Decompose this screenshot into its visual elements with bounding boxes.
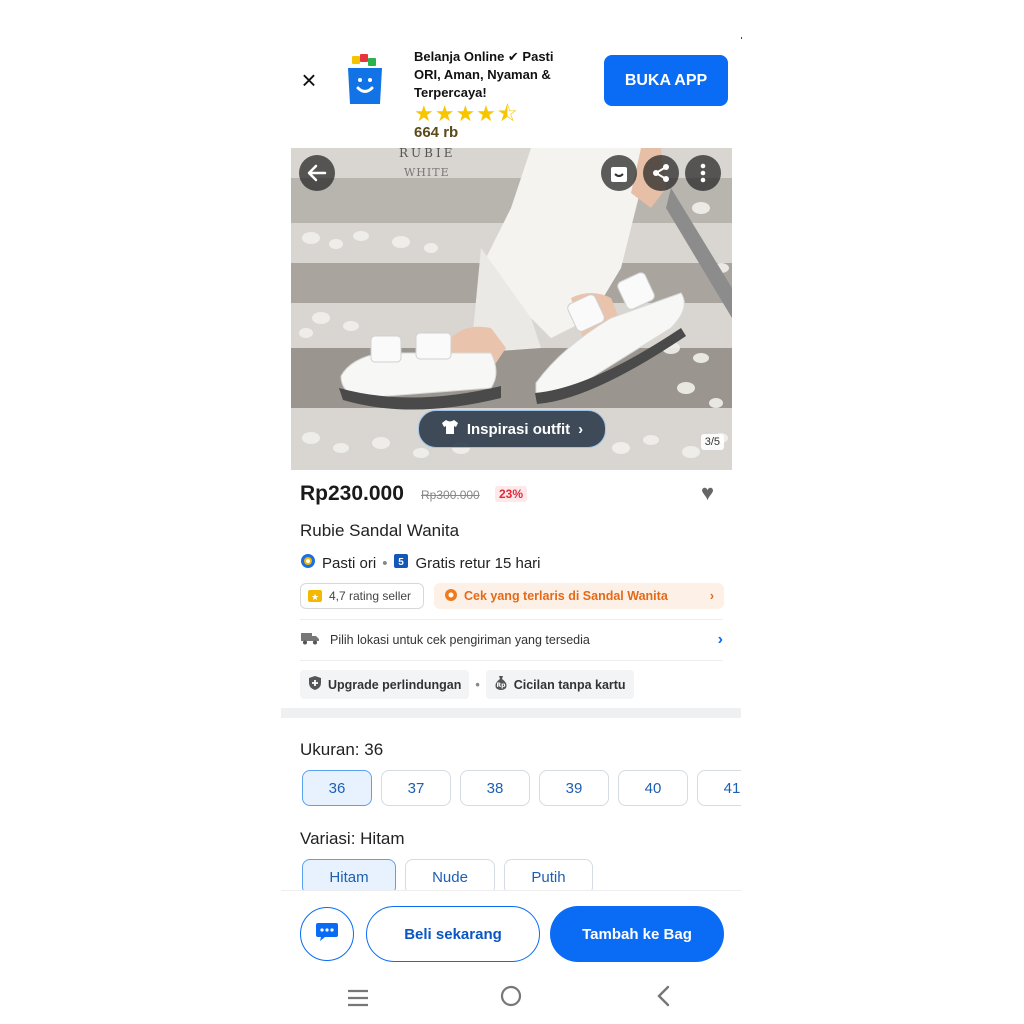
product-image-carousel[interactable]: RUBIE WHITE Inspirasi outfit › 3/5 (291, 148, 732, 470)
separator-dot: • (475, 677, 480, 692)
home-icon[interactable] (481, 984, 541, 1015)
chat-bubble-icon (315, 921, 339, 948)
size-option[interactable]: 36 (302, 770, 372, 806)
seller-rating-chip[interactable]: ★ 4,7 rating seller (300, 583, 424, 609)
protection-row: Upgrade perlindungan • Rp Cicilan tanpa … (300, 670, 634, 699)
system-navigation-bar (281, 975, 741, 1024)
installment-chip[interactable]: Rp Cicilan tanpa kartu (485, 670, 634, 699)
buy-now-button[interactable]: Beli sekarang (366, 906, 540, 962)
shipping-label: Pilih lokasi untuk cek pengiriman yang t… (330, 632, 590, 647)
upgrade-protection-chip[interactable]: Upgrade perlindungan (300, 670, 470, 699)
store-star-icon: ★ (307, 587, 323, 606)
seller-rating-label: 4,7 rating seller (329, 589, 412, 603)
section-separator (281, 708, 741, 718)
brand-watermark: RUBIE (399, 148, 456, 160)
best-seller-label: Cek yang terlaris di Sandal Wanita (464, 589, 668, 603)
separator-dot: • (382, 554, 388, 572)
outfit-label: Inspirasi outfit (466, 420, 571, 438)
variant-label: Variasi: Hitam (300, 829, 405, 848)
original-guarantee-icon (300, 553, 316, 573)
protection-label: Upgrade perlindungan (328, 677, 462, 692)
open-app-button[interactable]: BUKA APP (604, 55, 728, 106)
size-option[interactable]: 37 (381, 770, 451, 806)
size-option[interactable]: 41 (697, 770, 741, 806)
product-name: Rubie Sandal Wanita (300, 521, 460, 540)
system-back-icon[interactable] (634, 985, 694, 1014)
image-counter: 3/5 (700, 434, 724, 450)
divider (300, 619, 723, 620)
product-price: Rp230.000 (300, 482, 404, 505)
shirt-icon (441, 419, 459, 439)
best-seller-link[interactable]: Cek yang terlaris di Sandal Wanita › (434, 583, 724, 609)
truck-icon (300, 631, 320, 648)
svg-text:★: ★ (311, 593, 319, 603)
svg-text:Rp: Rp (496, 682, 506, 689)
size-label: Ukuran: 36 (300, 740, 384, 759)
best-seller-icon (444, 588, 458, 605)
chevron-right-icon: › (578, 420, 584, 438)
shield-plus-icon (308, 675, 322, 694)
more-options-icon[interactable] (685, 155, 721, 191)
badge-original: Pasti ori (322, 554, 377, 572)
product-badges: Pasti ori • 5 Gratis retur 15 hari (300, 553, 541, 573)
installment-label: Cicilan tanpa kartu (513, 677, 626, 692)
size-options: 36 37 38 39 40 41 (302, 770, 741, 806)
share-icon[interactable] (643, 155, 679, 191)
original-price: Rp300.000 (421, 488, 480, 502)
banner-tagline: Belanja Online ✔ Pasti ORI, Aman, Nyaman… (414, 49, 554, 100)
rating-count: 664 rb (414, 124, 459, 141)
wishlist-heart-icon[interactable]: ♥ (701, 480, 714, 506)
close-icon[interactable]: × (297, 67, 321, 93)
chevron-right-icon: › (709, 589, 714, 603)
size-option[interactable]: 39 (539, 770, 609, 806)
chevron-right-icon: › (717, 630, 723, 648)
chat-button[interactable] (300, 907, 354, 961)
rating-stars: ★★★★⯪ (414, 101, 519, 126)
badge-free-return: Gratis retur 15 hari (415, 554, 541, 572)
outfit-inspiration-button[interactable]: Inspirasi outfit › (418, 410, 606, 448)
product-page: × Belanja Online ✔ Pasti ORI, Aman, Nyam… (281, 0, 741, 1024)
size-option[interactable]: 38 (460, 770, 530, 806)
shipping-location-row[interactable]: Pilih lokasi untuk cek pengiriman yang t… (300, 631, 723, 648)
add-to-bag-button[interactable]: Tambah ke Bag (550, 906, 724, 962)
back-arrow-icon[interactable] (299, 155, 335, 191)
app-logo-icon (348, 54, 382, 104)
discount-badge: 23% (495, 486, 528, 502)
bag-icon[interactable] (601, 155, 637, 191)
free-return-icon: 5 (393, 553, 409, 573)
bottom-action-bar: Beli sekarang Tambah ke Bag (281, 890, 741, 971)
money-bag-icon: Rp (494, 675, 508, 694)
brand-watermark-sub: WHITE (404, 166, 450, 179)
size-option[interactable]: 40 (618, 770, 688, 806)
svg-text:5: 5 (399, 557, 405, 568)
divider (300, 660, 723, 661)
recent-apps-icon[interactable] (328, 986, 388, 1014)
app-install-banner: × Belanja Online ✔ Pasti ORI, Aman, Nyam… (281, 40, 741, 144)
